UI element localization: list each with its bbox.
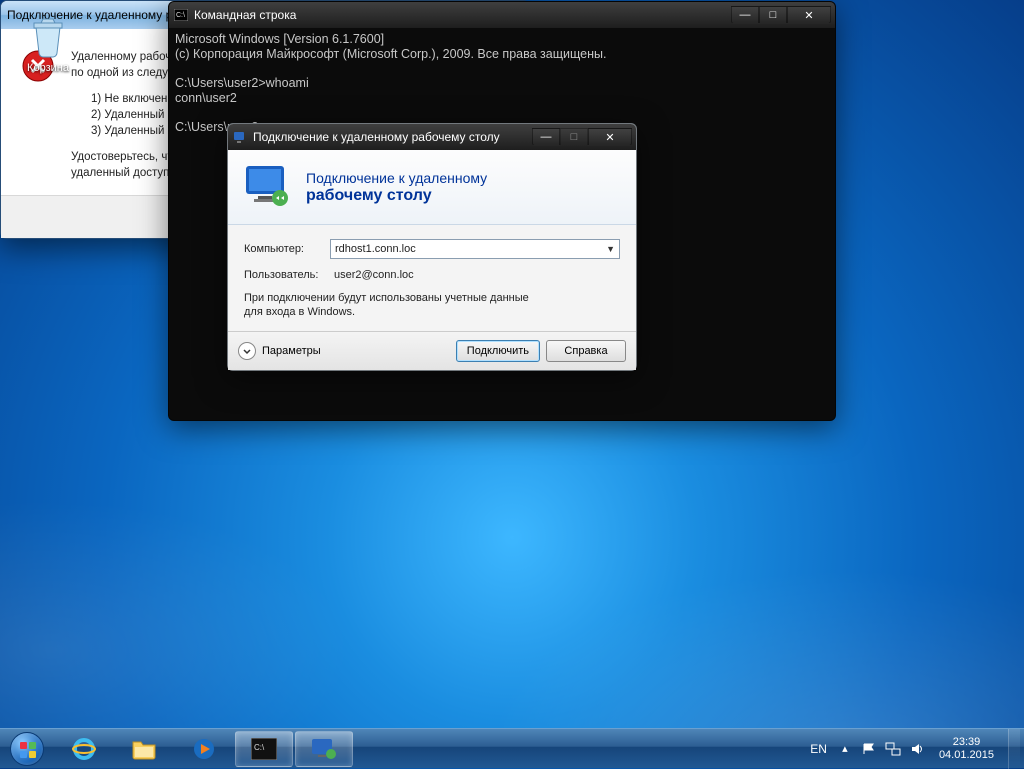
params-link[interactable]: Параметры	[262, 345, 321, 357]
rdp-heading-2: рабочему столу	[306, 187, 487, 205]
chevron-down-icon[interactable]: ▼	[606, 244, 615, 254]
clock[interactable]: 23:39 04.01.2015	[933, 736, 1000, 762]
note-line-2: для входа в Windows.	[244, 305, 620, 319]
rdp-monitor-icon	[244, 164, 292, 210]
taskbar-ie[interactable]	[55, 731, 113, 767]
taskbar-rdp[interactable]	[295, 731, 353, 767]
user-value: user2@conn.loc	[330, 269, 414, 281]
user-label: Пользователь:	[244, 269, 330, 281]
minimize-button[interactable]: —	[532, 128, 560, 146]
minimize-button[interactable]: —	[731, 6, 759, 24]
rdp-icon	[310, 736, 338, 762]
expand-chevron-icon[interactable]	[238, 342, 256, 360]
language-indicator[interactable]: EN	[808, 742, 829, 756]
computer-combobox[interactable]: rdhost1.conn.loc ▼	[330, 239, 620, 259]
close-button[interactable]: ✕	[588, 128, 632, 146]
folder-icon	[130, 736, 158, 762]
system-tray: EN ▴ 23:39 04.01.2015	[804, 729, 1024, 769]
rdp-header: Подключение к удаленному рабочему столу	[228, 150, 636, 225]
recycle-bin[interactable]: Корзина	[18, 15, 78, 74]
rdp-titlebar[interactable]: Подключение к удаленному рабочему столу …	[228, 124, 636, 150]
note-line-1: При подключении будут использованы учетн…	[244, 291, 620, 305]
cmd-title: Командная строка	[194, 8, 296, 22]
taskbar-wmp[interactable]	[175, 731, 233, 767]
close-button[interactable]: ✕	[787, 6, 831, 24]
taskbar-explorer[interactable]	[115, 731, 173, 767]
media-player-icon	[190, 736, 218, 762]
cmd-titlebar[interactable]: C:\ Командная строка — □ ✕	[169, 2, 835, 28]
help-button[interactable]: Справка	[546, 340, 626, 362]
cmd-icon: C:\	[250, 736, 278, 762]
flag-icon[interactable]	[861, 741, 877, 757]
rdp-heading-1: Подключение к удаленному	[306, 169, 487, 187]
rdp-window: Подключение к удаленному рабочему столу …	[227, 123, 637, 371]
maximize-button[interactable]: □	[560, 128, 588, 146]
recycle-bin-label: Корзина	[18, 62, 78, 74]
network-icon[interactable]	[885, 741, 901, 757]
computer-value: rdhost1.conn.loc	[335, 243, 416, 255]
svg-text:C:\: C:\	[176, 12, 185, 19]
computer-label: Компьютер:	[244, 243, 330, 255]
show-desktop-button[interactable]	[1008, 729, 1020, 769]
connect-button[interactable]: Подключить	[456, 340, 540, 362]
rdp-title-icon	[232, 129, 248, 145]
maximize-button[interactable]: □	[759, 6, 787, 24]
taskbar: C:\ EN ▴ 23:39 04.01.2015	[0, 728, 1024, 768]
svg-text:C:\: C:\	[254, 743, 265, 752]
ie-icon	[70, 736, 98, 762]
start-button[interactable]	[0, 729, 54, 769]
windows-orb-icon	[10, 732, 44, 766]
taskbar-cmd[interactable]: C:\	[235, 731, 293, 767]
volume-icon[interactable]	[909, 741, 925, 757]
cmd-icon: C:\	[173, 7, 189, 23]
date: 04.01.2015	[939, 749, 994, 762]
rdp-title: Подключение к удаленному рабочему столу	[253, 130, 500, 144]
trash-icon	[26, 15, 70, 59]
time: 23:39	[939, 736, 994, 749]
tray-chevron-icon[interactable]: ▴	[837, 741, 853, 757]
